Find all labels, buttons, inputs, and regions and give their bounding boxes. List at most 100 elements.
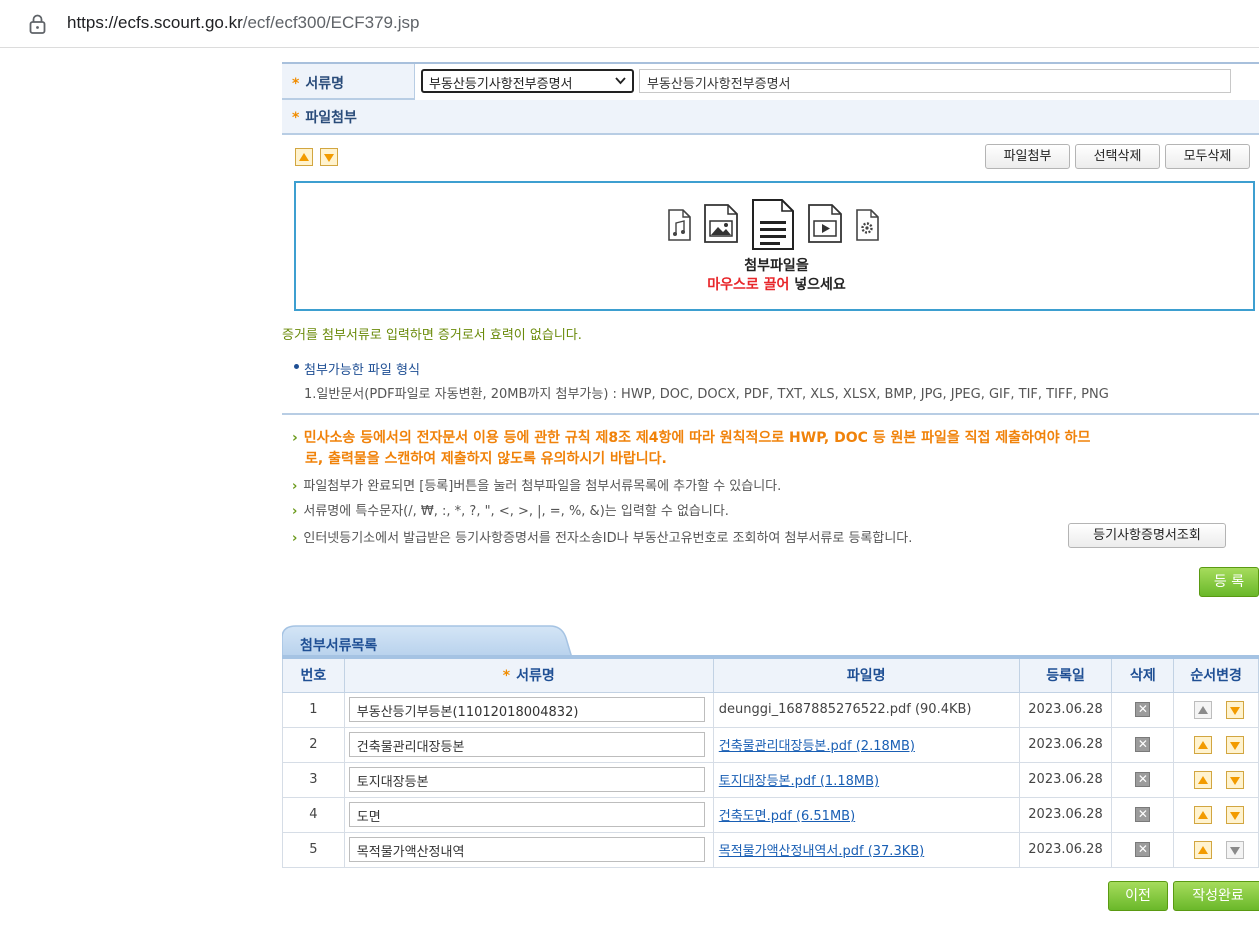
header-doc-name: * 서류명 (343, 659, 714, 693)
doc-name-label: * 서류명 (292, 76, 344, 92)
table-row: 3 토지대장등본 토지대장등본.pdf (1.18MB) 2023.06.28 ✕ (282, 761, 1259, 798)
row-doc-name-cell: 건축물관리대장등본 (343, 726, 714, 763)
row-delete-cell: ✕ (1111, 726, 1175, 763)
row-doc-name-input[interactable]: 건축물관리대장등본 (348, 732, 705, 757)
delete-icon[interactable]: ✕ (1135, 807, 1151, 822)
row-move-up-button[interactable] (1194, 840, 1213, 859)
row-doc-name-cell: 부동산등기부등본(11012018004832) (343, 691, 714, 728)
header-no: 번호 (282, 659, 345, 693)
url-text[interactable]: https://ecfs.scourt.go.kr/ecf/ecf300/ECF… (67, 13, 419, 33)
row-file-name[interactable]: 목적물가액산정내역서.pdf (37.3KB) (719, 844, 924, 859)
registry-lookup-button[interactable]: 등기사항증명서조회 (1068, 523, 1226, 548)
row-doc-name-input[interactable]: 부동산등기부등본(11012018004832) (348, 697, 705, 722)
row-move-down-button[interactable] (1226, 805, 1245, 824)
row-move-up-button[interactable] (1194, 700, 1213, 719)
attach-file-button[interactable]: 파일첨부 (985, 144, 1070, 169)
original-file-notice: › 민사소송 등에서의 전자문서 이용 등에 관한 규칙 제8조 제4항에 따라 … (292, 430, 1091, 467)
delete-icon[interactable]: ✕ (1135, 772, 1151, 787)
table-header-row: 번호 * 서류명 파일명 등록일 삭제 순서변경 (282, 659, 1259, 693)
chevron-right-icon: › (292, 504, 298, 519)
row-file-name[interactable]: 건축도면.pdf (6.51MB) (719, 809, 855, 824)
chevron-right-icon: › (292, 531, 298, 546)
row-doc-name-input[interactable]: 목적물가액산정내역 (348, 837, 705, 862)
formats-title: 첨부가능한 파일 형식 (294, 359, 420, 378)
row-delete-cell: ✕ (1111, 761, 1175, 798)
row-move-up-button[interactable] (1194, 805, 1213, 824)
attachment-list-title: 첨부서류목록 (300, 638, 378, 654)
header-order: 순서변경 (1173, 659, 1259, 693)
dropzone-text: 첨부파일을 (744, 258, 809, 274)
row-file-name-cell: 토지대장등본.pdf (1.18MB) (712, 761, 1020, 798)
chevron-right-icon: › (292, 479, 298, 494)
row-file-name-cell: deunggi_1687885276522.pdf (90.4KB) (712, 691, 1020, 728)
doc-type-select[interactable]: 부동산등기사항전부증명서 (421, 69, 634, 93)
header-file-name: 파일명 (712, 659, 1020, 693)
row-number: 5 (282, 831, 345, 868)
row-file-name-cell: 건축도면.pdf (6.51MB) (712, 796, 1020, 833)
row-doc-name-input[interactable]: 도면 (348, 802, 705, 827)
row-file-name-cell: 목적물가액산정내역서.pdf (37.3KB) (712, 831, 1020, 868)
row-order-cell (1173, 691, 1259, 728)
table-row: 1 부동산등기부등본(11012018004832) deunggi_1687885… (282, 691, 1259, 728)
complete-button[interactable]: 작성완료 (1173, 881, 1259, 911)
row-number: 4 (282, 796, 345, 833)
row-move-down-button[interactable] (1226, 770, 1245, 789)
move-up-button[interactable] (295, 148, 313, 166)
registry-notice: › 인터넷등기소에서 발급받은 등기사항증명서를 전자소송ID나 부동산고유번호로… (292, 531, 913, 546)
row-number: 3 (282, 761, 345, 798)
row-order-cell (1173, 761, 1259, 798)
row-file-name: deunggi_1687885276522.pdf (90.4KB) (718, 702, 972, 717)
move-down-button[interactable] (320, 148, 338, 166)
row-delete-cell: ✕ (1111, 831, 1175, 868)
row-order-cell (1173, 726, 1259, 763)
row-date: 2023.06.28 (1018, 761, 1113, 798)
row-file-name-cell: 건축물관리대장등본.pdf (2.18MB) (712, 726, 1020, 763)
row-delete-cell: ✕ (1111, 796, 1175, 833)
row-doc-name-cell: 토지대장등본 (343, 761, 714, 798)
register-button[interactable]: 등 록 (1199, 567, 1259, 597)
register-notice: › 파일첨부가 완료되면 [등록]버튼을 눌러 첨부파일을 첨부서류목록에 추가할… (292, 479, 782, 494)
file-dropzone[interactable]: 첨부파일을 마우스로 끌어 넣으세요 (294, 181, 1255, 311)
row-doc-name-cell: 목적물가액산정내역 (343, 831, 714, 868)
chevron-down-icon (614, 74, 627, 91)
delete-selected-button[interactable]: 선택삭제 (1075, 144, 1160, 169)
delete-all-button[interactable]: 모두삭제 (1165, 144, 1250, 169)
row-date: 2023.06.28 (1018, 726, 1113, 763)
lock-icon (29, 14, 46, 34)
row-doc-name-cell: 도면 (343, 796, 714, 833)
delete-icon[interactable]: ✕ (1135, 737, 1151, 752)
delete-icon[interactable]: ✕ (1135, 842, 1151, 857)
row-move-up-button[interactable] (1194, 770, 1213, 789)
doc-name-row: * 서류명 부동산등기사항전부증명서 부동산등기사항전부증명서 (282, 62, 1259, 100)
row-date: 2023.06.28 (1018, 691, 1113, 728)
row-date: 2023.06.28 (1018, 796, 1113, 833)
row-move-up-button[interactable] (1194, 735, 1213, 754)
attachment-table: 번호 * 서류명 파일명 등록일 삭제 순서변경 1 부동산등기부등본(110120… (282, 659, 1259, 868)
row-date: 2023.06.28 (1018, 831, 1113, 868)
row-move-down-button[interactable] (1226, 840, 1245, 859)
row-move-down-button[interactable] (1226, 700, 1245, 719)
delete-icon[interactable]: ✕ (1135, 702, 1151, 717)
row-move-down-button[interactable] (1226, 735, 1245, 754)
dropzone-hint: 마우스로 끌어 넣으세요 (707, 277, 846, 293)
row-file-name[interactable]: 토지대장등본.pdf (1.18MB) (719, 774, 879, 789)
bullet-icon (294, 364, 299, 369)
row-file-name[interactable]: 건축물관리대장등본.pdf (2.18MB) (719, 739, 915, 754)
row-number: 2 (282, 726, 345, 763)
prev-button[interactable]: 이전 (1108, 881, 1168, 911)
file-attach-label: * 파일첨부 (292, 110, 357, 126)
file-attach-row: * 파일첨부 (282, 100, 1259, 135)
formats-list: 1.일반문서(PDF파일로 자동변환, 20MB까지 첨부가능) : HWP, … (304, 387, 1109, 402)
row-order-cell (1173, 831, 1259, 868)
row-delete-cell: ✕ (1111, 691, 1175, 728)
special-char-notice: › 서류명에 특수문자(/, ₩, :, *, ?, ", <, >, |, =,… (292, 504, 729, 519)
table-row: 4 도면 건축도면.pdf (6.51MB) 2023.06.28 ✕ (282, 796, 1259, 833)
row-doc-name-input[interactable]: 토지대장등본 (348, 767, 705, 792)
doc-name-input[interactable]: 부동산등기사항전부증명서 (639, 69, 1231, 93)
header-date: 등록일 (1018, 659, 1113, 693)
browser-address-bar[interactable]: https://ecfs.scourt.go.kr/ecf/ecf300/ECF… (0, 0, 1259, 48)
table-row: 5 목적물가액산정내역 목적물가액산정내역서.pdf (37.3KB) 2023.06… (282, 831, 1259, 868)
evidence-warning: 증거를 첨부서류로 입력하면 증거로서 효력이 없습니다. (282, 328, 582, 343)
table-row: 2 건축물관리대장등본 건축물관리대장등본.pdf (2.18MB) 2023.06.… (282, 726, 1259, 763)
row-number: 1 (282, 691, 345, 728)
